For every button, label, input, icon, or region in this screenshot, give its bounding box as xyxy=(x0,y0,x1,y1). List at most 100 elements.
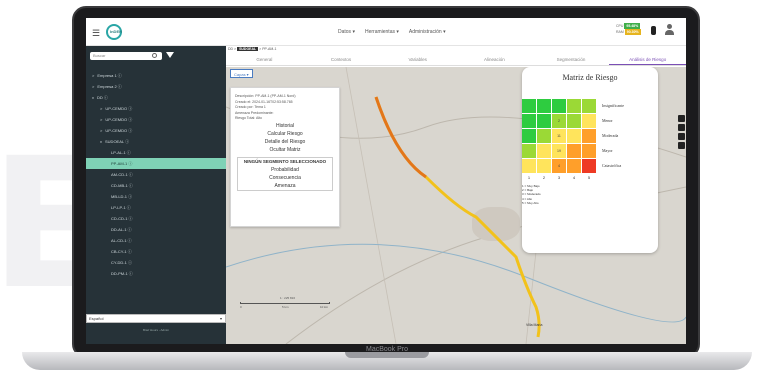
risk-cell[interactable] xyxy=(522,129,536,143)
risk-cell[interactable] xyxy=(567,129,581,143)
risk-cell[interactable] xyxy=(567,99,581,113)
tree-item[interactable]: CD-MB-1 ⓘ xyxy=(86,180,226,191)
nav-herramientas[interactable]: Herramientas ▾ xyxy=(365,29,399,35)
language-select[interactable]: Español ▾ xyxy=(86,314,226,323)
risk-cell[interactable] xyxy=(582,129,596,143)
risk-cell[interactable] xyxy=(567,144,581,158)
risk-cell[interactable] xyxy=(522,159,536,173)
tree-item[interactable]: > Empresa 1 ⓘ xyxy=(86,70,226,81)
tree-item[interactable]: v SUDOEAL ⓘ xyxy=(86,136,226,147)
chevron-right-icon[interactable]: > xyxy=(100,117,102,122)
col-label: 5 xyxy=(587,175,591,180)
tree-item[interactable]: MB-LD-1 ⓘ xyxy=(86,191,226,202)
scale-ratio: 1 : 225 816 xyxy=(280,296,296,300)
tab-variables[interactable]: Variables xyxy=(379,54,456,65)
risk-cell[interactable] xyxy=(582,99,596,113)
col-label: 3 xyxy=(557,175,561,180)
risk-cell[interactable] xyxy=(582,159,596,173)
breadcrumb-current[interactable]: SUDOEAL xyxy=(237,47,259,51)
tree-item[interactable]: > UP-CEMDO ⓘ xyxy=(86,114,226,125)
chevron-right-icon[interactable]: > xyxy=(92,84,94,89)
chevron-down-icon[interactable]: v xyxy=(100,139,102,144)
risk-cell[interactable] xyxy=(537,129,551,143)
consecuencia-link[interactable]: Consecuencia xyxy=(238,174,332,182)
tab-general[interactable]: General xyxy=(226,54,303,65)
main-panel: DD > SUDOEAL > PP-AM-1 General Contextos… xyxy=(226,46,686,344)
chevron-right-icon[interactable]: > xyxy=(100,128,102,133)
amenaza-link[interactable]: Amenaza xyxy=(238,182,332,190)
calcular-riesgo-link[interactable]: Calcular Riesgo xyxy=(231,130,339,138)
asset-tree: > Empresa 1 ⓘ > Empresa 2 ⓘ v DD ⓘ > UP-CEMDO ⓘ… xyxy=(86,70,226,279)
tree-item-label: AL-CD-1 ⓘ xyxy=(111,238,132,243)
risk-cell[interactable] xyxy=(522,99,536,113)
map-draw-icon[interactable] xyxy=(678,133,685,140)
ocultar-matriz-link[interactable]: Ocultar Matriz xyxy=(231,146,339,154)
tree-item[interactable]: v DD ⓘ xyxy=(86,92,226,103)
risk-cell[interactable] xyxy=(582,144,596,158)
user-avatar-icon[interactable] xyxy=(664,24,675,36)
tree-item[interactable]: > UP-CEMDO ⓘ xyxy=(86,103,226,114)
risk-cell[interactable] xyxy=(567,159,581,173)
risk-cell[interactable] xyxy=(552,99,566,113)
search-icon[interactable] xyxy=(152,53,157,58)
risk-cell[interactable] xyxy=(537,144,551,158)
hamburger-menu-icon[interactable]: ☰ xyxy=(92,28,100,39)
risk-cell[interactable]: 11 xyxy=(552,129,566,143)
place-label: Villa María xyxy=(526,323,543,327)
tab-bar: General Contextos Variables Alineación S… xyxy=(226,54,686,66)
risk-cell[interactable] xyxy=(522,114,536,128)
risk-cell[interactable]: 2 xyxy=(552,114,566,128)
risk-cell[interactable] xyxy=(567,114,581,128)
tree-item[interactable]: DD-AL-1 ⓘ xyxy=(86,224,226,235)
tree-item[interactable]: AL-CD-1 ⓘ xyxy=(86,235,226,246)
layers-button[interactable]: Capas ▾ xyxy=(230,69,253,78)
nav-datos[interactable]: Datos ▾ xyxy=(338,29,355,35)
detalle-riesgo-link[interactable]: Detalle del Riesgo xyxy=(231,138,339,146)
tree-item-label: AM-CD-1 ⓘ xyxy=(111,172,133,177)
chevron-right-icon[interactable]: > xyxy=(92,73,94,78)
map-measure-icon[interactable] xyxy=(678,124,685,131)
chevron-right-icon[interactable]: > xyxy=(100,106,102,111)
tree-item[interactable]: CB-CY-1 ⓘ xyxy=(86,246,226,257)
risk-cell[interactable] xyxy=(522,144,536,158)
risk-cell[interactable]: 19 xyxy=(552,144,566,158)
map-view[interactable]: Capas ▾ Descripción: PP-AM-1 (PP-AM-1 No… xyxy=(226,67,686,344)
tab-alineacion[interactable]: Alineación xyxy=(456,54,533,65)
tree-item[interactable]: AM-CD-1 ⓘ xyxy=(86,169,226,180)
tab-analisis-riesgo[interactable]: Análisis de Riesgo xyxy=(609,54,686,65)
filter-icon[interactable] xyxy=(166,52,174,58)
risk-cell[interactable] xyxy=(582,114,596,128)
probabilidad-link[interactable]: Probabilidad xyxy=(238,166,332,174)
tree-item-label: SUDOEAL ⓘ xyxy=(105,139,130,144)
tree-item[interactable]: PP-AM-1 ⓘ xyxy=(86,158,226,169)
tree-item[interactable]: CY-DD-1 ⓘ xyxy=(86,257,226,268)
sidebar-footer: Brief Hours - Admin xyxy=(142,328,169,332)
risk-cell[interactable] xyxy=(537,159,551,173)
risk-matrix-panel: Matriz de Riesgo 2 11 19 4 Insignificante M… xyxy=(522,67,658,253)
tree-item[interactable]: CD-CD-1 ⓘ xyxy=(86,213,226,224)
app-screen: ☰ InDEH Datos ▾ Herramientas ▾ Administr… xyxy=(86,18,686,344)
risk-cell[interactable]: 4 xyxy=(552,159,566,173)
tree-item[interactable]: LP-AL-1 ⓘ xyxy=(86,147,226,158)
tree-item[interactable]: DD-PM-1 ⓘ xyxy=(86,268,226,279)
segment-submenu: NINGÚN SEGMENTO SELECCIONADO Probabilida… xyxy=(237,156,333,191)
breadcrumb-prefix[interactable]: DD > xyxy=(228,47,236,51)
risk-cell[interactable] xyxy=(537,114,551,128)
device-label: MacBook Pro xyxy=(365,346,409,353)
row-label: Menor xyxy=(602,118,613,123)
sidebar: Buscar > Empresa 1 ⓘ > Empresa 2 ⓘ v DD ⓘ > UP-… xyxy=(86,46,226,344)
nav-administracion[interactable]: Administración ▾ xyxy=(409,29,446,35)
tree-item[interactable]: > UP-CEMDO ⓘ xyxy=(86,125,226,136)
chevron-down-icon[interactable]: v xyxy=(92,95,94,100)
map-layers-icon[interactable] xyxy=(678,142,685,149)
col-label: 1 xyxy=(527,175,531,180)
tab-contextos[interactable]: Contextos xyxy=(303,54,380,65)
risk-cell[interactable] xyxy=(537,99,551,113)
map-person-icon[interactable] xyxy=(678,115,685,122)
tree-item[interactable]: > Empresa 2 ⓘ xyxy=(86,81,226,92)
tree-item[interactable]: LP-LP-1 ⓘ xyxy=(86,202,226,213)
notification-icon[interactable] xyxy=(651,26,656,35)
scale-mid: 5 km xyxy=(282,305,289,309)
historial-link[interactable]: Historial xyxy=(231,122,339,130)
tab-segmentacion[interactable]: Segmentación xyxy=(533,54,610,65)
